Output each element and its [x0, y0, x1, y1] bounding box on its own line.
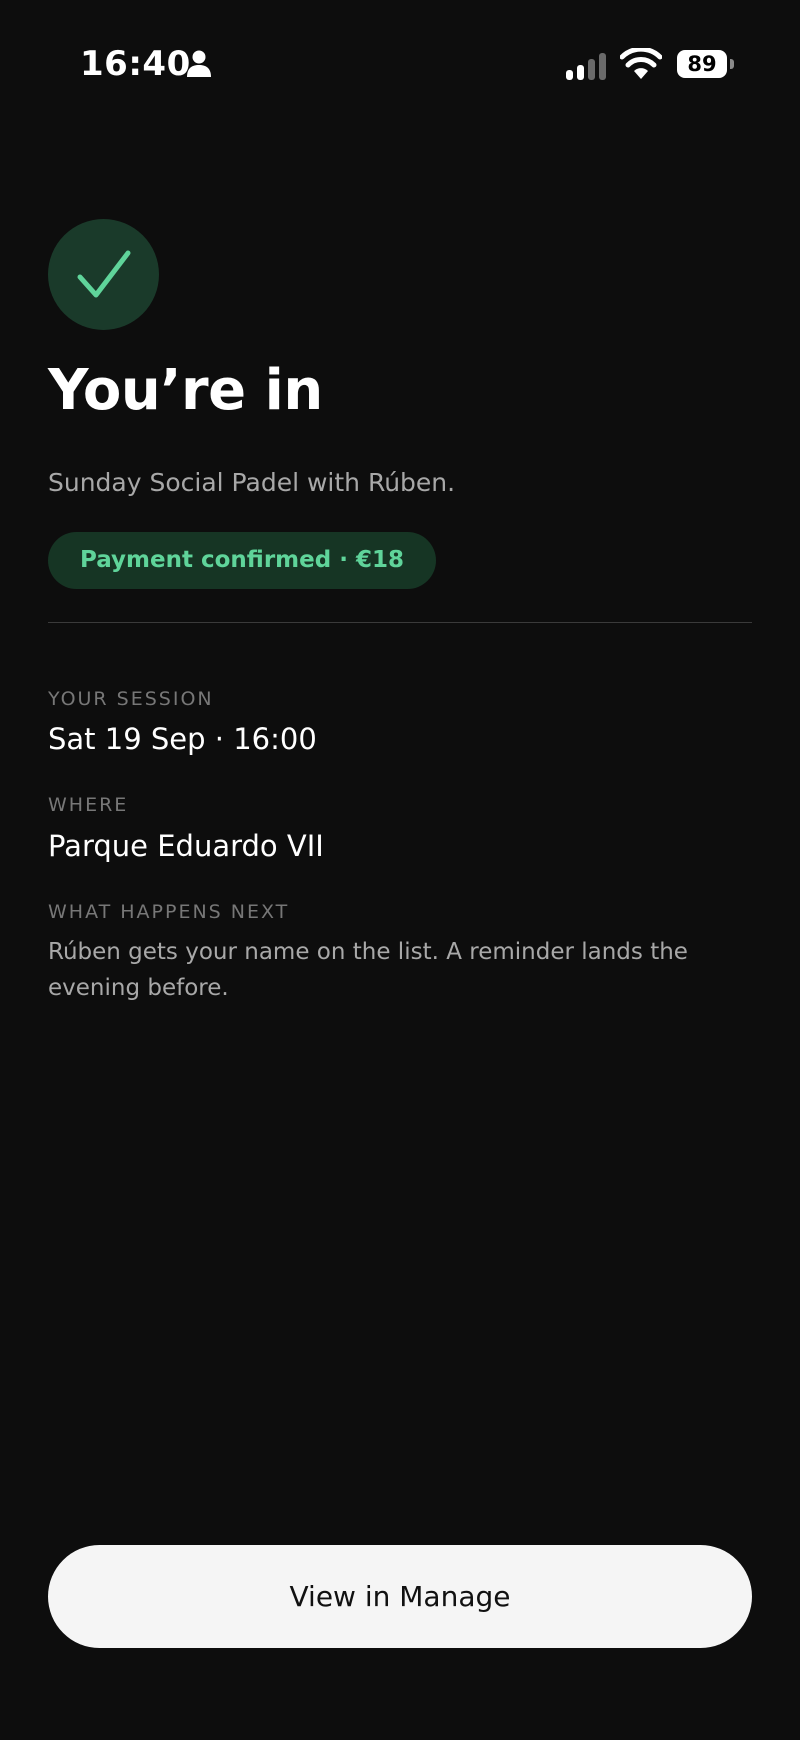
- event-subtitle: Sunday Social Padel with Rúben.: [48, 468, 456, 497]
- status-time: 16:40: [80, 44, 191, 84]
- divider: [48, 622, 752, 623]
- person-icon: [187, 50, 211, 77]
- session-value: Sat 19 Sep · 16:00: [48, 722, 317, 756]
- battery-cap: [730, 59, 734, 69]
- view-in-manage-button[interactable]: View in Manage: [48, 1545, 752, 1648]
- signal-icon: [566, 53, 606, 80]
- where-value: Parque Eduardo VII: [48, 829, 324, 863]
- next-steps-label: WHAT HAPPENS NEXT: [48, 901, 290, 923]
- checkmark-icon: [77, 250, 131, 298]
- where-label: WHERE: [48, 794, 129, 816]
- battery-level: 89: [677, 50, 727, 78]
- session-label: YOUR SESSION: [48, 688, 214, 710]
- success-check-badge: [48, 219, 159, 330]
- next-steps-text: Rúben gets your name on the list. A remi…: [48, 939, 688, 1001]
- page-title: You’re in: [48, 358, 323, 423]
- battery-icon: 89: [677, 50, 735, 80]
- status-bar: 16:40 89: [0, 0, 800, 130]
- wifi-icon: [620, 48, 662, 79]
- payment-status-badge: Payment confirmed · €18: [48, 532, 436, 589]
